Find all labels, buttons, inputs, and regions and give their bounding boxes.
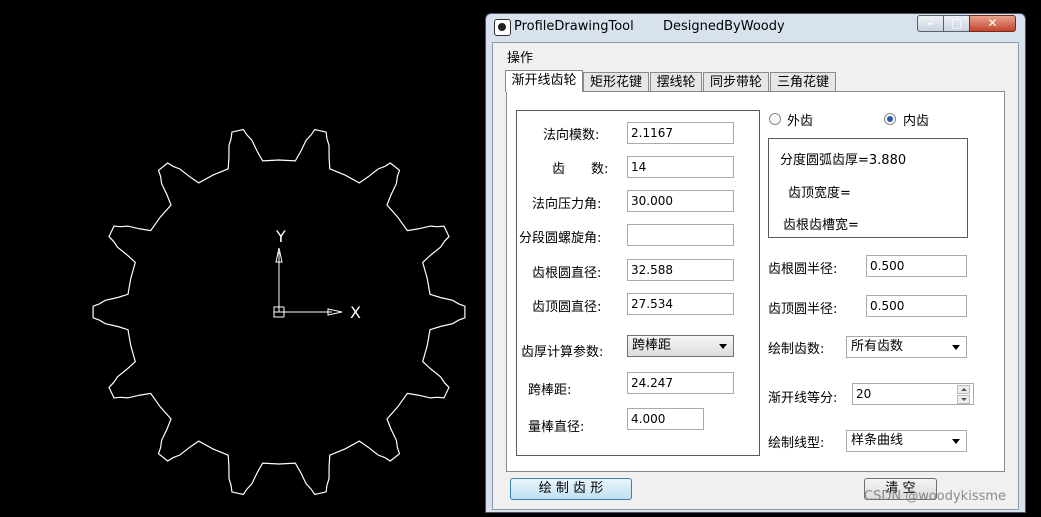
tab-rect-spline[interactable]: 矩形花键: [583, 72, 649, 91]
involute-gear-panel: 法向模数: 2.1167 齿 数: 14 法向压力角: 30.000 分段圆螺旋…: [506, 91, 1005, 472]
involute-division-label: 渐开线等分:: [768, 391, 838, 406]
draw-teeth-value: 所有齿数: [851, 339, 904, 354]
close-button[interactable]: ✕: [969, 15, 1016, 32]
cad-drawing-canvas[interactable]: Y X: [0, 0, 485, 517]
helix-angle-input[interactable]: [627, 224, 734, 246]
spin-down-icon[interactable]: [957, 395, 970, 404]
tip-fillet-label: 齿顶圆半径:: [768, 302, 838, 317]
maximize-icon: □: [950, 16, 963, 30]
window-designer-text: DesignedByWoody: [663, 19, 785, 34]
spin-buttons[interactable]: [957, 385, 971, 405]
internal-gear-radio[interactable]: [884, 113, 896, 125]
line-type-select[interactable]: 样条曲线: [846, 430, 967, 452]
involute-division-spinner[interactable]: 20: [852, 383, 974, 405]
pin-diameter-input[interactable]: 4.000: [627, 408, 704, 430]
root-diameter-input[interactable]: 32.588: [627, 259, 734, 281]
chevron-down-icon: [719, 344, 727, 349]
close-icon: ✕: [987, 16, 998, 30]
result-info-box: 分度圆弧齿厚=3.880 齿顶宽度= 齿根齿槽宽=: [768, 138, 968, 238]
spin-up-icon[interactable]: [957, 385, 970, 394]
parameter-group: 法向模数: 2.1167 齿 数: 14 法向压力角: 30.000 分段圆螺旋…: [516, 110, 760, 456]
maximize-button[interactable]: □: [943, 15, 970, 32]
chevron-down-icon: [952, 439, 960, 444]
menu-operate[interactable]: 操作: [507, 47, 533, 66]
helix-angle-label: 分段圆螺旋角:: [519, 231, 602, 246]
tip-width-text: 齿顶宽度=: [788, 186, 851, 201]
tab-timing-pulley[interactable]: 同步带轮: [703, 72, 769, 91]
ucs-icon: [273, 247, 343, 318]
pressure-angle-input[interactable]: 30.000: [627, 190, 734, 212]
tip-diameter-label: 齿顶圆直径:: [532, 300, 602, 315]
thickness-param-select[interactable]: 跨棒距: [627, 335, 734, 357]
thickness-param-value: 跨棒距: [632, 338, 672, 353]
teeth-count-input[interactable]: 14: [627, 156, 734, 178]
line-type-value: 样条曲线: [851, 433, 904, 448]
over-pins-label: 跨棒距:: [528, 383, 572, 398]
chevron-down-icon: [952, 345, 960, 350]
line-type-label: 绘制线型:: [768, 436, 825, 451]
pin-diameter-label: 量棒直径:: [528, 420, 585, 435]
x-axis-label: X: [350, 303, 361, 322]
window-title: ProfileDrawingTool: [514, 19, 634, 34]
tip-fillet-input[interactable]: 0.500: [866, 295, 967, 317]
external-gear-label[interactable]: 外齿: [787, 110, 813, 129]
pressure-angle-label: 法向压力角:: [532, 197, 602, 212]
y-axis-label: Y: [275, 227, 286, 246]
tab-cycloid[interactable]: 摆线轮: [650, 72, 702, 91]
external-gear-radio[interactable]: [769, 113, 781, 125]
app-window: ProfileDrawingTool DesignedByWoody – □ ✕…: [485, 13, 1026, 513]
root-fillet-input[interactable]: 0.500: [866, 255, 967, 277]
draw-teeth-select[interactable]: 所有齿数: [846, 336, 967, 358]
draw-profile-button[interactable]: 绘 制 齿 形: [510, 478, 632, 500]
teeth-count-label: 齿 数:: [552, 162, 609, 177]
tab-serration[interactable]: 三角花键: [770, 72, 836, 91]
over-pins-input[interactable]: 24.247: [627, 372, 734, 394]
arc-thickness-text: 分度圆弧齿厚=3.880: [780, 153, 907, 168]
tab-involute-gear[interactable]: 渐开线齿轮: [505, 70, 583, 92]
client-area: 操作 渐开线齿轮 矩形花键 摆线轮 同步带轮 三角花键 法向模数: 2.1167…: [492, 42, 1019, 510]
involute-division-value: 20: [856, 387, 872, 401]
normal-module-input[interactable]: 2.1167: [627, 122, 734, 144]
root-diameter-label: 齿根圆直径:: [532, 266, 602, 281]
root-width-text: 齿根齿槽宽=: [783, 218, 859, 233]
app-icon: [494, 19, 511, 36]
tip-diameter-input[interactable]: 27.534: [627, 293, 734, 315]
thickness-param-label: 齿厚计算参数:: [521, 345, 604, 360]
minimize-icon: –: [927, 16, 934, 30]
root-fillet-label: 齿根圆半径:: [768, 262, 838, 277]
draw-teeth-label: 绘制齿数:: [768, 342, 825, 357]
title-bar[interactable]: ProfileDrawingTool DesignedByWoody – □ ✕: [486, 14, 1025, 40]
csdn-watermark: CSDN @woodykissme: [864, 489, 1007, 504]
minimize-button[interactable]: –: [917, 15, 944, 32]
internal-gear-label[interactable]: 内齿: [903, 110, 929, 129]
normal-module-label: 法向模数:: [543, 128, 600, 143]
